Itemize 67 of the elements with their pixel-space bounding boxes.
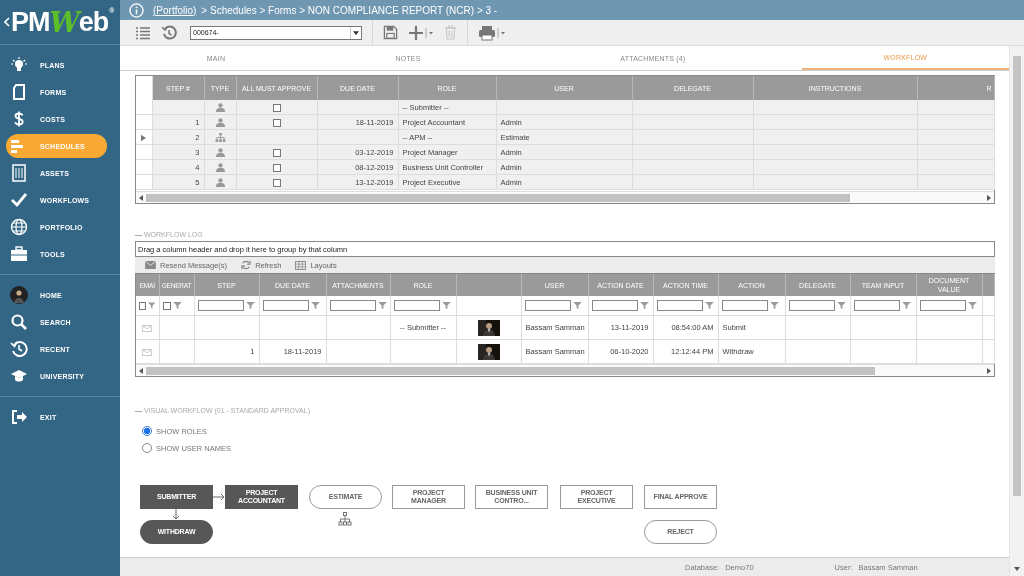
filter-field[interactable] <box>788 300 835 311</box>
print-icon[interactable] <box>478 24 506 41</box>
checkbox[interactable] <box>272 148 281 157</box>
checkbox[interactable] <box>272 163 281 172</box>
radio-button[interactable] <box>142 426 152 436</box>
filter-icon[interactable] <box>901 302 911 309</box>
breadcrumb-path: > Schedules > Forms > NON COMPLIANCE REPORT (NCR) > 3 - <box>201 4 498 16</box>
filter-checkbox[interactable] <box>139 301 146 310</box>
history-icon[interactable] <box>161 24 177 41</box>
filter-field[interactable] <box>393 300 440 311</box>
filter-icon[interactable] <box>245 302 255 309</box>
current-row-icon <box>141 133 147 142</box>
filter-icon[interactable] <box>441 302 451 309</box>
filter-field[interactable] <box>591 300 638 311</box>
building-icon <box>10 164 28 182</box>
breadcrumb-link[interactable]: (Portfolio) <box>153 4 197 16</box>
check-icon <box>10 191 28 209</box>
globe-icon <box>10 218 28 236</box>
scroll-right-icon[interactable] <box>987 194 991 201</box>
arrow <box>172 509 180 520</box>
filter-icon[interactable] <box>769 302 779 309</box>
filter-icon[interactable] <box>967 302 977 309</box>
filter-icon[interactable] <box>148 302 156 309</box>
avatar-icon <box>10 286 28 304</box>
scroll-left-icon[interactable] <box>139 367 143 374</box>
refresh-icon <box>241 260 252 270</box>
filter-field[interactable] <box>656 300 703 311</box>
scroll-right-icon[interactable] <box>987 367 991 374</box>
list-icon[interactable] <box>135 24 151 41</box>
filter-icon[interactable] <box>639 302 649 309</box>
bulb-icon <box>10 56 28 74</box>
filter-icon[interactable] <box>572 302 582 309</box>
add-icon[interactable] <box>408 24 434 41</box>
filter-icon[interactable] <box>836 302 846 309</box>
horizontal-scrollbar[interactable] <box>136 364 994 376</box>
document-icon <box>10 83 28 101</box>
search-icon <box>10 313 28 331</box>
scroll-down-icon[interactable] <box>1014 567 1020 571</box>
checkbox[interactable] <box>272 178 281 187</box>
arrow <box>213 493 225 501</box>
filter-field[interactable] <box>524 300 571 311</box>
caret-icon <box>353 30 359 35</box>
filter-icon[interactable] <box>172 302 182 309</box>
filter-field[interactable] <box>197 300 244 311</box>
filter-field[interactable] <box>919 300 966 311</box>
radio-button[interactable] <box>142 443 152 453</box>
filter-field[interactable] <box>262 300 309 311</box>
filter-field[interactable] <box>853 300 900 311</box>
horizontal-scrollbar[interactable] <box>136 191 994 203</box>
hierarchy-icon <box>338 512 352 526</box>
save-icon[interactable] <box>383 25 398 40</box>
history-icon <box>10 340 28 358</box>
exit-icon <box>10 408 28 426</box>
filter-field[interactable] <box>329 300 376 311</box>
checkbox[interactable] <box>272 118 281 127</box>
filter-icon[interactable] <box>310 302 320 309</box>
filter-icon[interactable] <box>377 302 387 309</box>
scroll-left-icon[interactable] <box>139 194 143 201</box>
grid-icon <box>295 260 307 270</box>
filter-checkbox[interactable] <box>162 301 171 310</box>
briefcase-icon <box>10 245 28 263</box>
filter-icon[interactable] <box>704 302 714 309</box>
envelope-icon <box>145 261 156 269</box>
vertical-scrollbar[interactable] <box>1009 46 1024 576</box>
info-icon[interactable] <box>129 2 144 18</box>
filter-field[interactable] <box>721 300 768 311</box>
checkbox[interactable] <box>272 103 281 112</box>
